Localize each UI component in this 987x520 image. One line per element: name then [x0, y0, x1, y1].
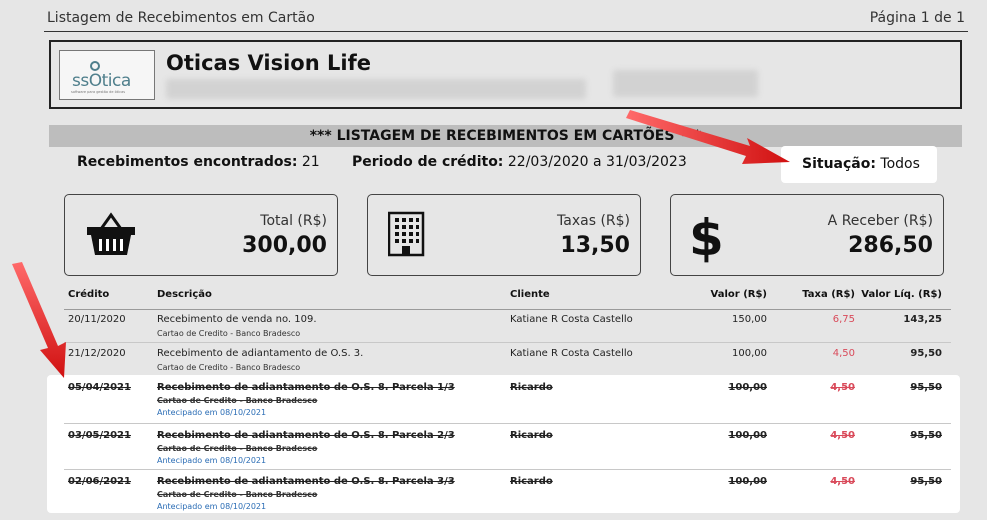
taxes-value: 13,50 [560, 233, 630, 258]
row-divider [64, 342, 951, 343]
total-value: 300,00 [242, 233, 327, 258]
row-taxa: 4,50 [830, 382, 855, 393]
row-payment-method: Cartao de Credito - Banco Bradesco [157, 329, 301, 338]
row-valor-liquido: 95,50 [910, 348, 942, 359]
taxes-card: Taxas (R$) 13,50 [367, 194, 641, 276]
total-label: Total (R$) [260, 213, 327, 229]
row-divider [64, 469, 951, 470]
row-date: 02/06/2021 [68, 476, 131, 487]
col-cliente: Cliente [510, 289, 550, 300]
receivable-value: 286,50 [848, 233, 933, 258]
table-header-divider [64, 309, 951, 310]
blurred-address [166, 79, 586, 99]
svg-text:$: $ [689, 209, 723, 263]
row-valor: 100,00 [728, 382, 767, 393]
row-valor-liquido: 95,50 [910, 430, 942, 441]
listing-banner: *** LISTAGEM DE RECEBIMENTOS EM CARTÕES … [49, 125, 962, 147]
company-name: Oticas Vision Life [166, 51, 371, 75]
logo-ring-icon [90, 61, 100, 71]
status-filter: Situação: Todos [781, 146, 937, 183]
company-logo: ssOtica software para gestão de óticas [59, 50, 155, 100]
row-client: Katiane R Costa Castello [510, 348, 633, 359]
row-valor-liquido: 143,25 [903, 314, 942, 325]
row-description: Recebimento de adiantamento de O.S. 8. P… [157, 476, 455, 487]
total-card: Total (R$) 300,00 [64, 194, 338, 276]
arrow-to-rows-icon [12, 262, 66, 378]
page-indicator: Página 1 de 1 [869, 10, 965, 26]
col-descricao: Descrição [157, 289, 212, 300]
row-valor: 100,00 [728, 430, 767, 441]
row-description: Recebimento de adiantamento de O.S. 3. [157, 348, 364, 359]
receivable-label: A Receber (R$) [827, 213, 933, 229]
found-count: Recebimentos encontrados: 21 [77, 154, 320, 170]
row-divider [64, 423, 951, 424]
row-payment-method: Cartao de Credito - Banco Bradesco [157, 444, 318, 453]
row-taxa: 4,50 [832, 348, 855, 359]
arrow-to-status-icon [626, 110, 790, 164]
company-header: ssOtica software para gestão de óticas O… [49, 40, 962, 109]
row-valor: 150,00 [732, 314, 767, 325]
row-description: Recebimento de adiantamento de O.S. 8. P… [157, 430, 455, 441]
building-icon [387, 211, 428, 263]
dollar-icon: $ [689, 205, 724, 267]
receivable-card: $ A Receber (R$) 286,50 [670, 194, 944, 276]
row-anticipated-note: Antecipado em 08/10/2021 [157, 408, 267, 417]
row-anticipated-note: Antecipado em 08/10/2021 [157, 456, 267, 465]
row-valor: 100,00 [728, 476, 767, 487]
row-client: Ricardo [510, 430, 553, 441]
row-payment-method: Cartao de Credito - Banco Bradesco [157, 396, 318, 405]
col-valor: Valor (R$) [710, 289, 767, 300]
logo-wordmark: ssOtica [72, 71, 131, 91]
row-taxa: 6,75 [832, 314, 855, 325]
col-valor-liquido: Valor Líq. (R$) [861, 289, 942, 300]
header-divider [44, 31, 968, 32]
row-taxa: 4,50 [830, 430, 855, 441]
row-description: Recebimento de venda no. 109. [157, 314, 317, 325]
row-payment-method: Cartao de Credito - Banco Bradesco [157, 490, 318, 499]
row-client: Ricardo [510, 476, 553, 487]
blurred-info [613, 70, 758, 97]
row-client: Katiane R Costa Castello [510, 314, 633, 325]
row-date: 05/04/2021 [68, 382, 131, 393]
taxes-label: Taxas (R$) [557, 213, 630, 229]
row-date: 03/05/2021 [68, 430, 131, 441]
basket-icon [85, 211, 137, 263]
report-title: Listagem de Recebimentos em Cartão [47, 10, 315, 26]
logo-tagline: software para gestão de óticas [71, 90, 126, 94]
row-client: Ricardo [510, 382, 553, 393]
row-anticipated-note: Antecipado em 08/10/2021 [157, 502, 267, 511]
row-payment-method: Cartao de Credito - Banco Bradesco [157, 363, 301, 372]
row-description: Recebimento de adiantamento de O.S. 8. P… [157, 382, 455, 393]
row-valor: 100,00 [732, 348, 767, 359]
row-valor-liquido: 95,50 [910, 382, 942, 393]
col-taxa: Taxa (R$) [802, 289, 855, 300]
row-valor-liquido: 95,50 [910, 476, 942, 487]
row-taxa: 4,50 [830, 476, 855, 487]
